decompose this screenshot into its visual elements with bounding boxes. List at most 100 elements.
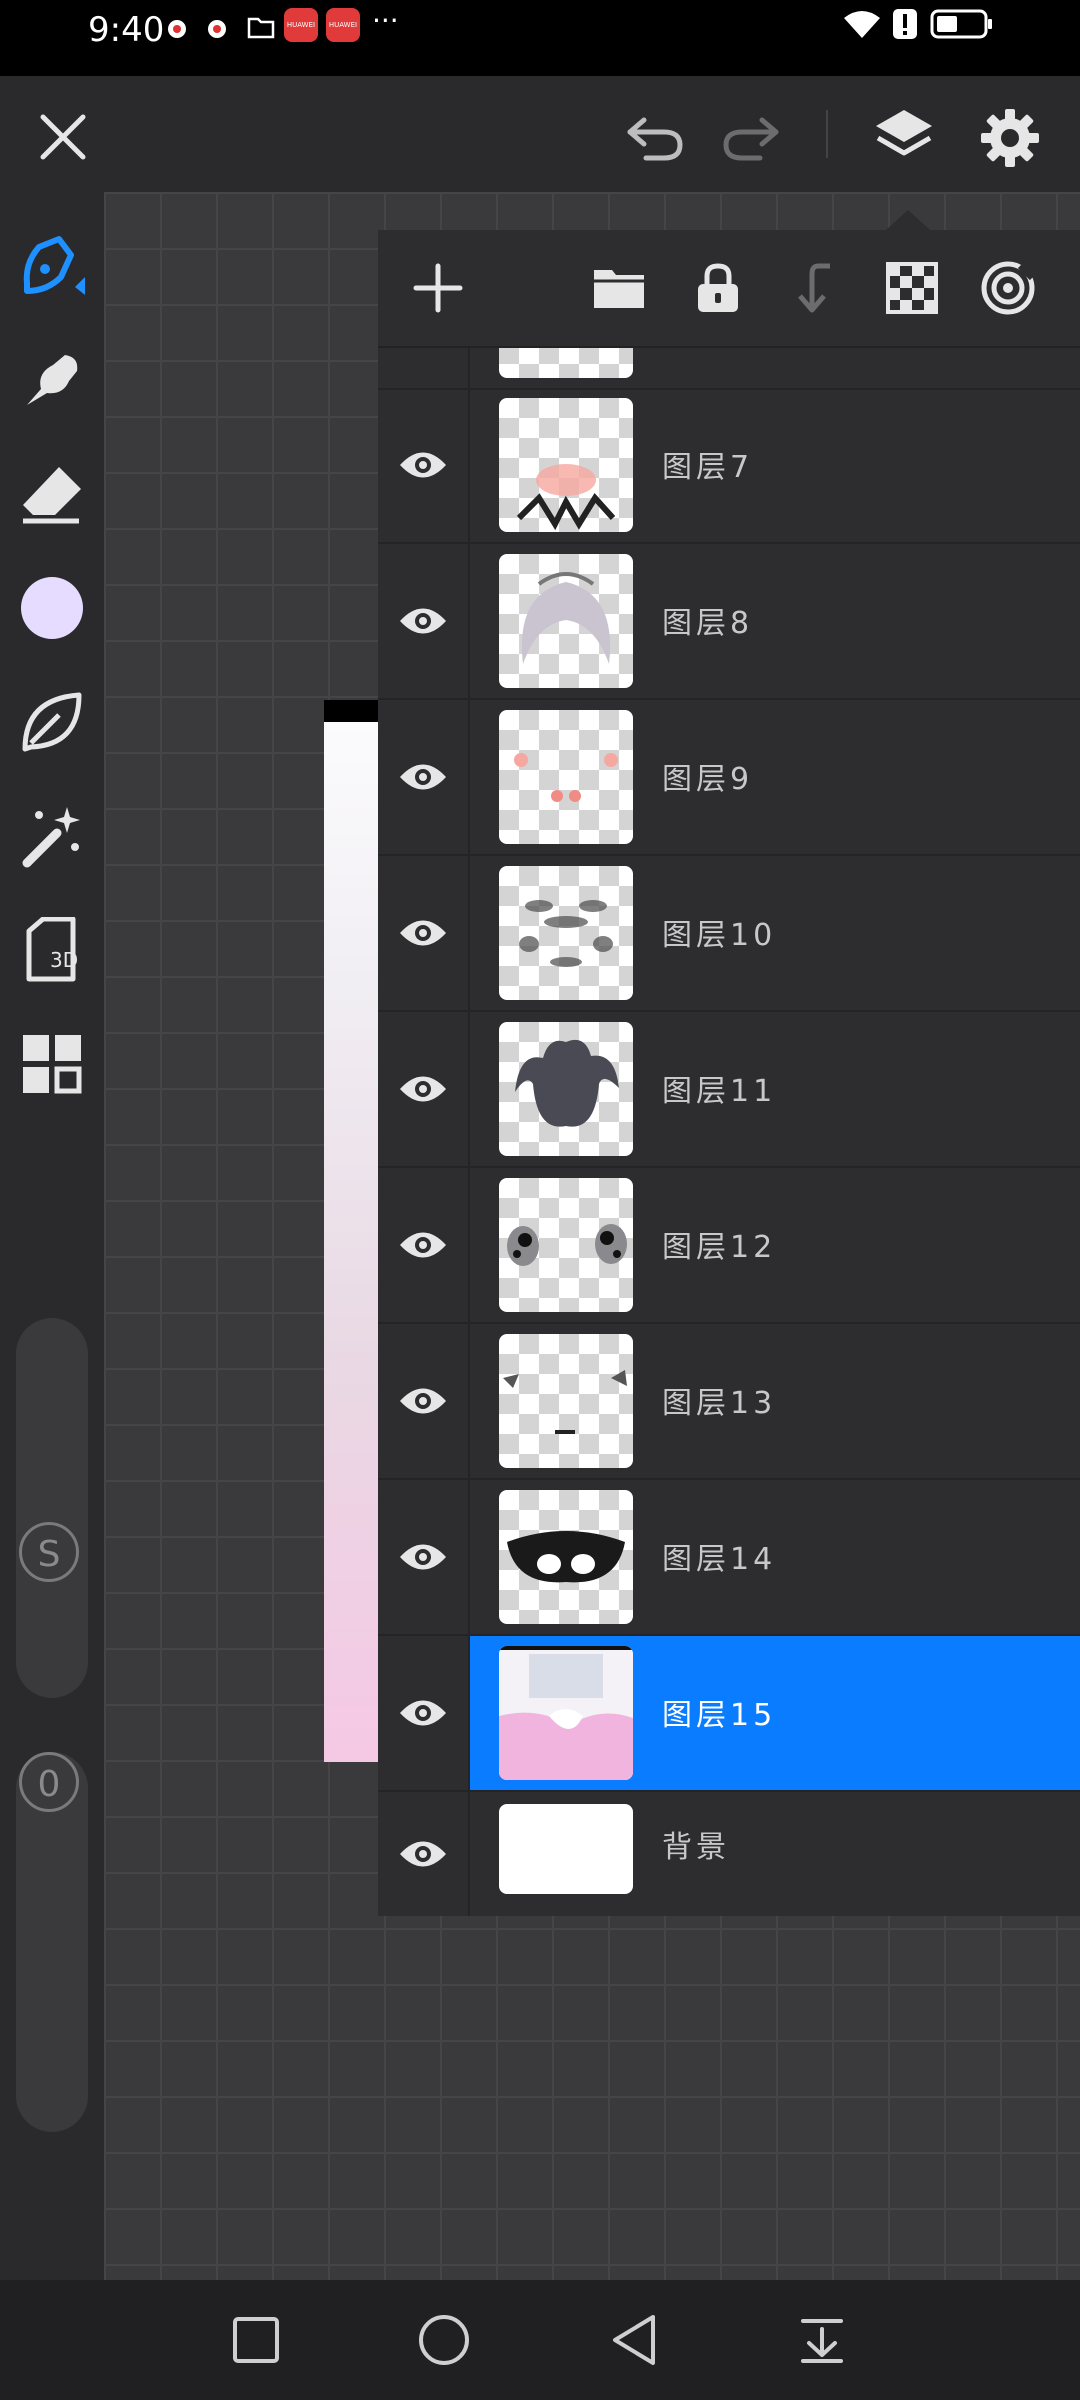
alert-icon [892,6,918,46]
transparency-icon[interactable] [882,258,942,318]
layer-thumbnail [499,1490,633,1624]
folder-notification-icon [246,10,276,44]
add-layer-icon[interactable] [408,258,468,318]
layer-row[interactable]: 图层13 [378,1324,1080,1480]
layer-thumbnail [499,866,633,1000]
visibility-toggle[interactable] [378,388,470,542]
more-notifications-icon: ··· [372,4,399,37]
tool-sidebar: 3D S 0 [0,192,104,2280]
navigation-bar [0,2280,1080,2400]
layer-row-background[interactable]: 背景 [378,1792,1080,1916]
visibility-toggle[interactable] [378,1480,470,1634]
layer-thumbnail [499,1022,633,1156]
lock-icon[interactable] [688,258,748,318]
back-icon[interactable] [604,2310,664,2370]
eye-icon [400,1388,446,1414]
3d-label: 3D [50,948,78,972]
opacity-slider[interactable]: 0 [16,1752,88,2132]
layer-name: 图层11 [662,1074,777,1109]
visibility-toggle[interactable] [378,856,470,1010]
eye-icon [400,452,446,478]
layer-row[interactable]: 图层9 [378,700,1080,856]
canvas-document-edge [324,700,380,1762]
layer-thumbnail [499,1804,633,1894]
recent-apps-icon[interactable] [226,2310,286,2370]
layer-thumbnail [499,1334,633,1468]
color-swatch[interactable] [14,570,90,646]
layer-thumbnail [499,348,633,378]
app-notification-icon: HUAWEI [284,8,318,42]
battery-icon [930,6,994,46]
eye-icon [400,1700,446,1726]
eye-icon [400,764,446,790]
top-toolbar [0,76,1080,192]
size-slider-knob[interactable]: S [19,1522,79,1582]
layer-row[interactable]: 图层12 [378,1168,1080,1324]
layer-row[interactable] [378,348,1080,390]
layer-row[interactable]: 图层8 [378,544,1080,700]
undo-icon[interactable] [620,104,690,170]
notification-dot-icon [208,20,226,38]
layer-row[interactable]: 图层14 [378,1480,1080,1636]
layer-name: 图层12 [662,1230,777,1265]
brush-icon[interactable] [14,228,90,304]
layer-thumbnail [499,398,633,532]
toolbar-divider [826,110,828,158]
eye-icon [400,1232,446,1258]
layer-name: 图层13 [662,1386,777,1421]
merge-down-icon[interactable] [784,258,844,318]
layers-panel: 图层7 图层8 图层9 图层10 图层11 图层12 图层13 图层14 图层1… [378,230,1080,1916]
size-slider[interactable]: S [16,1318,88,1698]
visibility-toggle[interactable] [378,1792,470,1916]
home-icon[interactable] [414,2310,474,2370]
visibility-toggle[interactable] [378,1168,470,1322]
layer-thumbnail [499,710,633,844]
gallery-icon[interactable] [14,1026,90,1102]
status-bar: 9:40 HUAWEI HUAWEI ··· [0,0,1080,76]
layer-row[interactable]: 图层11 [378,1012,1080,1168]
visibility-toggle[interactable] [378,1636,470,1790]
layer-thumbnail [499,1178,633,1312]
smudge-icon[interactable] [14,342,90,418]
visibility-toggle[interactable] [378,1012,470,1166]
panel-caret [886,210,930,230]
layer-row[interactable]: 图层10 [378,856,1080,1012]
layer-name: 背景 [662,1830,730,1865]
opacity-slider-knob[interactable]: 0 [19,1752,79,1812]
layers-panel-toolbar [378,230,1080,348]
folder-icon[interactable] [590,258,650,318]
status-time: 9:40 [88,10,165,50]
magic-wand-icon[interactable] [14,798,90,874]
layer-name: 图层15 [662,1698,777,1733]
layer-thumbnail [499,1646,633,1780]
redo-icon[interactable] [716,104,786,170]
layer-name: 图层8 [662,606,754,641]
leaf-icon[interactable] [14,684,90,760]
layers-icon[interactable] [866,98,942,174]
wifi-icon [842,6,882,46]
settings-icon[interactable] [972,100,1048,176]
layer-name: 图层14 [662,1542,777,1577]
visibility-toggle[interactable] [378,544,470,698]
notification-dot-icon [168,20,186,38]
eye-icon [400,608,446,634]
eraser-icon[interactable] [14,456,90,532]
layer-row[interactable]: 图层7 [378,388,1080,544]
hide-nav-icon[interactable] [792,2310,852,2370]
layer-thumbnail [499,554,633,688]
layer-name: 图层9 [662,762,754,797]
visibility-toggle[interactable] [378,700,470,854]
eye-icon [400,1841,446,1867]
layer-row-selected[interactable]: 图层15 [378,1636,1080,1792]
visibility-toggle[interactable] [378,348,470,388]
layers-list[interactable]: 图层7 图层8 图层9 图层10 图层11 图层12 图层13 图层14 图层1… [378,348,1080,1916]
visibility-toggle[interactable] [378,1324,470,1478]
layer-name: 图层7 [662,450,754,485]
eye-icon [400,1544,446,1570]
target-icon[interactable] [978,258,1038,318]
close-icon[interactable] [30,104,96,170]
app-notification-icon: HUAWEI [326,8,360,42]
eye-icon [400,920,446,946]
eye-icon [400,1076,446,1102]
3d-icon[interactable]: 3D [14,912,90,988]
